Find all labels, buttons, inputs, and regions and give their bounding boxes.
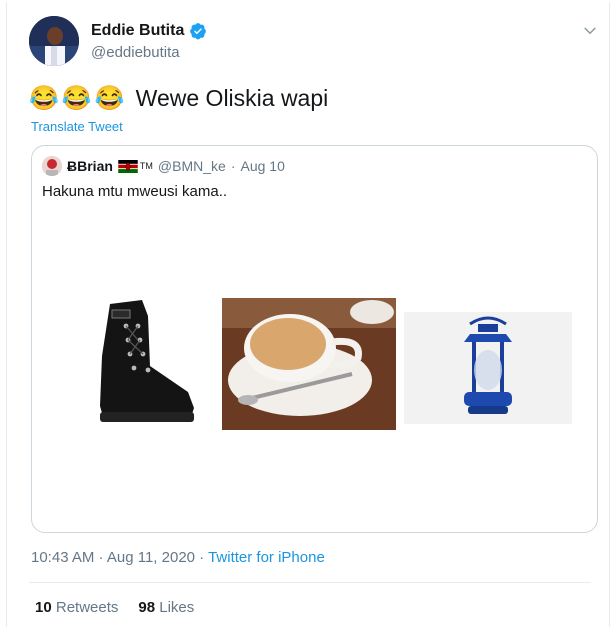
retweets-count: 10: [35, 599, 52, 616]
kenya-flag-icon: [118, 159, 138, 173]
quoted-author-handle[interactable]: @BMN_ke: [158, 158, 226, 174]
quoted-author-avatar[interactable]: [42, 156, 62, 176]
tweet-text: 😂 😂 😂 Wewe Oliskia wapi: [29, 84, 328, 113]
retweets-stat[interactable]: 10 Retweets: [35, 599, 118, 616]
tweet-body: Wewe Oliskia wapi: [135, 85, 329, 111]
boot-image[interactable]: [90, 296, 200, 426]
timestamp-text[interactable]: 10:43 AM · Aug 11, 2020 ·: [31, 549, 208, 566]
author-name[interactable]: Eddie Butita: [91, 22, 184, 40]
laughing-emoji-icon: 😂: [29, 85, 59, 112]
quoted-tweet-date[interactable]: Aug 10: [241, 158, 285, 174]
chevron-down-icon[interactable]: [581, 22, 599, 40]
lantern-image[interactable]: [404, 312, 572, 424]
author-avatar[interactable]: [29, 16, 79, 66]
translate-tweet-link[interactable]: Translate Tweet: [31, 119, 123, 134]
engagement-stats: 10 Retweets 98 Likes: [35, 599, 194, 616]
quoted-tweet[interactable]: ɃBrian TM @BMN_ke · Aug 10 Hakuna mtu mw…: [31, 145, 598, 533]
retweets-label: Retweets: [55, 599, 119, 616]
quoted-name-glyph: Ƀ: [67, 158, 78, 174]
quoted-tweet-text: Hakuna mtu mweusi kama..: [42, 183, 228, 200]
source-link[interactable]: Twitter for iPhone: [208, 549, 325, 566]
likes-stat[interactable]: 98 Likes: [138, 599, 194, 616]
laughing-emoji-icon: 😂: [61, 85, 92, 112]
tea-cup-image[interactable]: [222, 298, 396, 430]
likes-count: 98: [138, 599, 156, 616]
trademark-symbol: TM: [139, 161, 153, 171]
divider: [29, 582, 591, 583]
author-handle[interactable]: @eddiebutita: [91, 44, 180, 61]
verified-badge-icon: [190, 23, 207, 40]
tweet-timestamp: 10:43 AM · Aug 11, 2020 · Twitter for iP…: [31, 549, 325, 566]
likes-label: Likes: [159, 599, 195, 616]
separator-dot: ·: [230, 158, 236, 174]
quoted-name-rest: Brian: [77, 158, 113, 174]
tweet-card: Eddie Butita @eddiebutita 😂 😂 😂 Wewe Oli…: [6, 2, 610, 627]
quoted-author-name[interactable]: ɃBrian: [67, 158, 113, 174]
laughing-emoji-icon: 😂: [94, 85, 125, 112]
